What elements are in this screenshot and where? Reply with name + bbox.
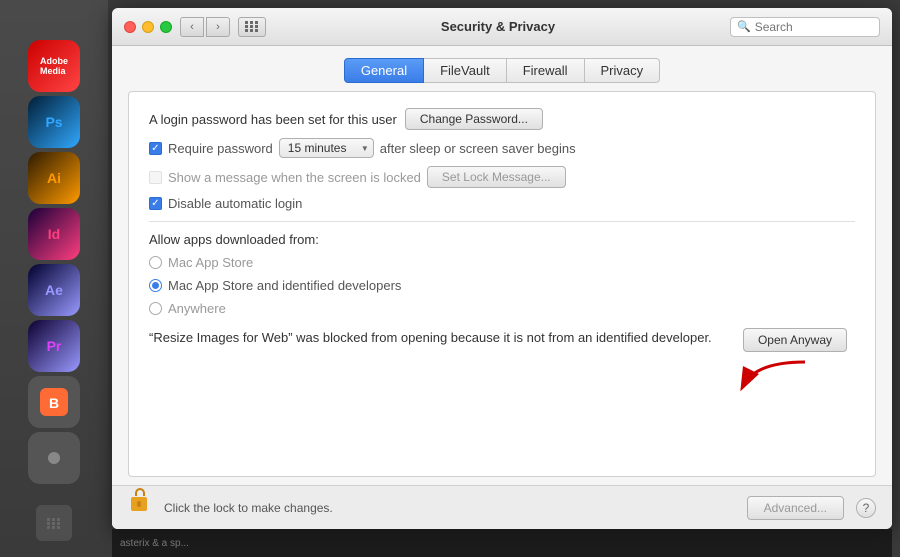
- nav-buttons: ‹ ›: [180, 17, 230, 37]
- sidebar-icon-g2[interactable]: [28, 432, 80, 484]
- mac-app-store-identified-row: Mac App Store and identified developers: [149, 278, 855, 293]
- lock-icon[interactable]: [128, 496, 152, 520]
- taskbar-text: asterix & a sp...: [120, 538, 189, 549]
- require-password-checkbox[interactable]: ✓: [149, 142, 162, 155]
- change-password-button[interactable]: Change Password...: [405, 108, 543, 130]
- login-password-section: A login password has been set for this u…: [149, 108, 855, 222]
- grid-view-icon[interactable]: [36, 505, 72, 541]
- after-sleep-label: after sleep or screen saver begins: [380, 141, 576, 156]
- mac-app-store-radio[interactable]: [149, 256, 162, 269]
- sidebar-icon-ai[interactable]: Ai: [28, 152, 80, 204]
- tab-general[interactable]: General: [344, 58, 424, 83]
- password-time-select-wrapper: 15 minutes immediately 5 seconds 1 minut…: [279, 138, 374, 158]
- svg-text:B: B: [49, 395, 59, 411]
- window-title: Security & Privacy: [274, 19, 722, 34]
- close-button[interactable]: [124, 21, 136, 33]
- sidebar-icon-pr[interactable]: Pr: [28, 320, 80, 372]
- allow-apps-section: Allow apps downloaded from: Mac App Stor…: [149, 232, 855, 397]
- tab-privacy[interactable]: Privacy: [585, 58, 661, 83]
- anywhere-label: Anywhere: [168, 301, 226, 316]
- red-arrow-container: [735, 358, 815, 397]
- taskbar: asterix & a sp...: [112, 529, 892, 557]
- anywhere-radio[interactable]: [149, 302, 162, 315]
- open-anyway-button[interactable]: Open Anyway: [743, 328, 847, 352]
- bottom-bar: Click the lock to make changes. Advanced…: [112, 485, 892, 529]
- login-password-label: A login password has been set for this u…: [149, 112, 397, 127]
- tab-firewall[interactable]: Firewall: [507, 58, 585, 83]
- minimize-button[interactable]: [142, 21, 154, 33]
- mac-app-store-label: Mac App Store: [168, 255, 253, 270]
- tab-filevault[interactable]: FileVault: [424, 58, 507, 83]
- blocked-app-section: “Resize Images for Web” was blocked from…: [149, 328, 855, 397]
- show-message-label: Show a message when the screen is locked: [168, 170, 421, 185]
- app-switcher-button[interactable]: [238, 17, 266, 37]
- back-button[interactable]: ‹: [180, 17, 204, 37]
- show-message-checkbox[interactable]: [149, 171, 162, 184]
- mac-app-store-identified-label: Mac App Store and identified developers: [168, 278, 401, 293]
- require-password-label: Require password: [168, 141, 273, 156]
- login-password-row: A login password has been set for this u…: [149, 108, 855, 130]
- search-icon: 🔍: [737, 20, 751, 33]
- show-message-row: Show a message when the screen is locked…: [149, 166, 855, 188]
- content-area: General FileVault Firewall Privacy A log…: [112, 46, 892, 529]
- general-panel: A login password has been set for this u…: [128, 91, 876, 477]
- blocked-app-text: “Resize Images for Web” was blocked from…: [149, 330, 712, 345]
- allow-apps-label: Allow apps downloaded from:: [149, 232, 855, 247]
- sidebar-icon-ps[interactable]: Ps: [28, 96, 80, 148]
- tabs-container: General FileVault Firewall Privacy: [112, 46, 892, 91]
- sidebar-icon-g1[interactable]: B: [28, 376, 80, 428]
- traffic-lights: [124, 21, 172, 33]
- sidebar: AdobeMedia Ps Ai Id Ae Pr B: [0, 0, 108, 557]
- sidebar-icon-id[interactable]: Id: [28, 208, 80, 260]
- password-time-select[interactable]: 15 minutes immediately 5 seconds 1 minut…: [279, 138, 374, 158]
- require-password-row: ✓ Require password 15 minutes immediatel…: [149, 138, 855, 158]
- mac-app-store-row: Mac App Store: [149, 255, 855, 270]
- sidebar-icon-ae[interactable]: Ae: [28, 264, 80, 316]
- maximize-button[interactable]: [160, 21, 172, 33]
- disable-autologin-label: Disable automatic login: [168, 196, 302, 211]
- open-anyway-container: Open Anyway: [735, 328, 855, 397]
- disable-autologin-checkbox[interactable]: ✓: [149, 197, 162, 210]
- search-input[interactable]: [755, 20, 875, 34]
- anywhere-row: Anywhere: [149, 301, 855, 316]
- help-button[interactable]: ?: [856, 498, 876, 518]
- blocked-text-container: “Resize Images for Web” was blocked from…: [149, 328, 727, 348]
- sidebar-icon-adobe[interactable]: AdobeMedia: [28, 40, 80, 92]
- search-box[interactable]: 🔍: [730, 17, 880, 37]
- forward-button[interactable]: ›: [206, 17, 230, 37]
- set-lock-message-button[interactable]: Set Lock Message...: [427, 166, 566, 188]
- titlebar: ‹ › Security & Privacy 🔍: [112, 8, 892, 46]
- red-arrow-icon: [735, 358, 815, 394]
- lock-status-text: Click the lock to make changes.: [164, 501, 735, 515]
- disable-autologin-row: ✓ Disable automatic login: [149, 196, 855, 211]
- mac-app-store-identified-radio[interactable]: [149, 279, 162, 292]
- advanced-button[interactable]: Advanced...: [747, 496, 844, 520]
